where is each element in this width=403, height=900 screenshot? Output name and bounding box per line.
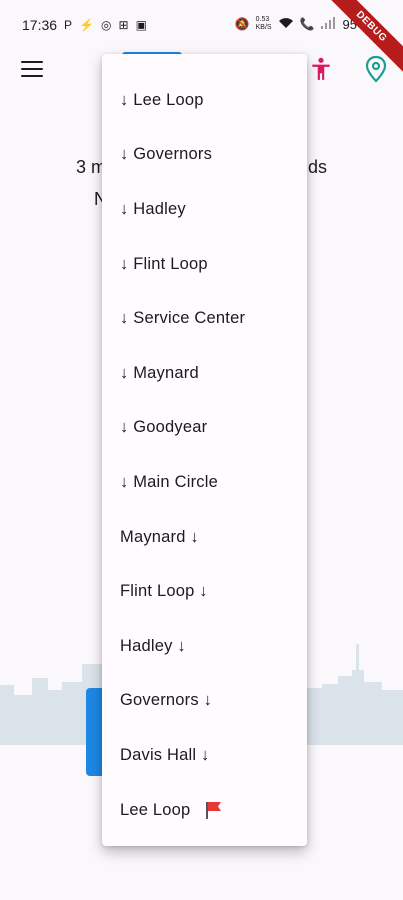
location-pin-icon[interactable] [364,55,388,83]
call-icon: 📞 [299,17,315,31]
notification-icon: ⚡ [79,18,95,32]
dropdown-item[interactable]: Davis Hall ↓ [102,728,307,783]
dropdown-item[interactable]: ↓ Service Center [102,291,307,346]
dropdown-item[interactable]: ↓ Lee Loop [102,73,307,128]
parking-icon: P [64,18,73,32]
status-time: 17:36 [22,17,58,33]
network-speed: 0.53 KB/S [255,16,272,31]
background-text: ds [308,157,328,177]
dropdown-item[interactable]: Flint Loop ↓ [102,564,307,619]
dropdown-item-final-stop[interactable]: Lee Loop [102,783,307,838]
app-icon: ▣ [135,18,147,32]
stop-dropdown-menu: ↓ Lee Loop ↓ Governors ↓ Hadley ↓ Flint … [102,54,307,846]
sync-icon: ◎ [101,18,112,32]
gallery-icon: ⊞ [118,18,129,32]
accessibility-icon[interactable] [308,56,334,82]
dropdown-item[interactable]: Governors ↓ [102,674,307,729]
mute-icon: 🔕 [234,17,250,31]
dropdown-item[interactable]: Hadley ↓ [102,619,307,674]
dropdown-item[interactable]: ↓ Governors [102,128,307,183]
dropdown-item[interactable]: ↓ Hadley [102,182,307,237]
dropdown-item[interactable]: ↓ Goodyear [102,401,307,456]
dropdown-item[interactable]: ↓ Maynard [102,346,307,401]
wifi-icon [278,17,294,32]
dropdown-item[interactable]: ↓ Flint Loop [102,237,307,292]
dropdown-item[interactable]: Maynard ↓ [102,510,307,565]
dropdown-item[interactable]: ↓ Main Circle [102,455,307,510]
status-left: 17:36 P ⚡ ◎ ⊞ ▣ [22,17,147,33]
menu-icon[interactable] [20,59,44,79]
red-flag-icon [206,802,222,820]
